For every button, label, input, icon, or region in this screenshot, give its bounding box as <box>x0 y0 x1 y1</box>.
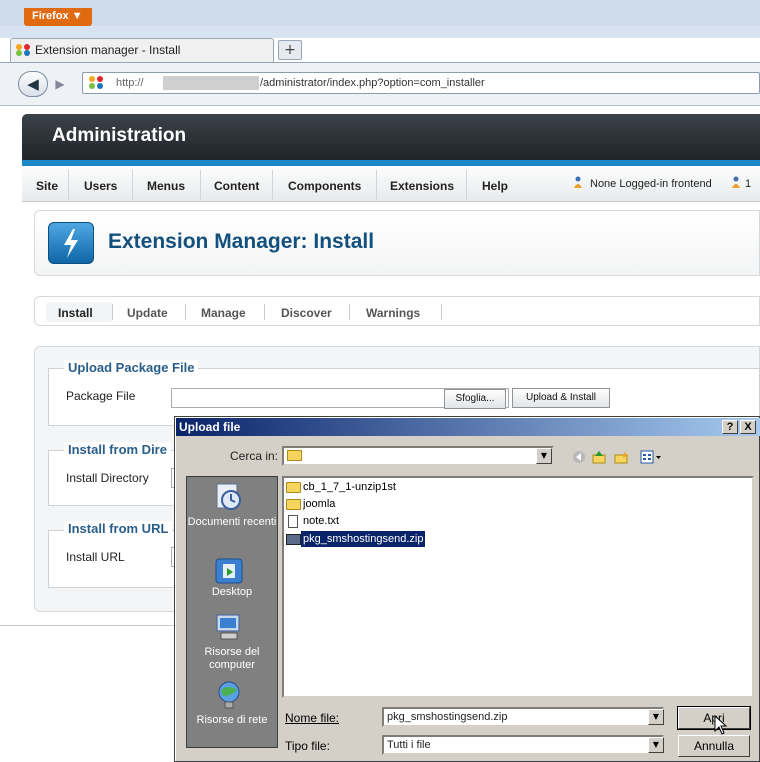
folder-icon <box>286 482 301 493</box>
browse-button[interactable]: Sfoglia... <box>444 389 506 409</box>
up-folder-icon[interactable] <box>592 450 606 464</box>
view-menu-icon[interactable] <box>640 450 662 464</box>
lookin-label: Cerca in: <box>230 449 279 463</box>
menu-components[interactable]: Components <box>288 179 361 193</box>
page-title: Extension Manager: Install <box>108 230 375 253</box>
upload-package-legend: Upload Package File <box>64 360 199 375</box>
desktop-icon[interactable] <box>213 556 245 586</box>
admin-title: Administration <box>52 125 187 146</box>
tab-install[interactable]: Install <box>58 306 93 320</box>
firefox-menu-button[interactable]: Firefox ▼ <box>24 8 92 26</box>
menu-users[interactable]: Users <box>84 179 117 193</box>
tab-discover[interactable]: Discover <box>281 306 332 320</box>
lookin-combo[interactable]: ▼ <box>282 446 554 466</box>
cancel-button[interactable]: Annulla <box>678 735 750 757</box>
users-icon <box>574 176 582 188</box>
users-icon <box>732 176 740 188</box>
install-url-legend: Install from URL <box>64 521 173 536</box>
filetype-dropdown-arrow[interactable]: ▼ <box>648 737 664 753</box>
menu-separator <box>200 170 201 200</box>
new-folder-icon[interactable] <box>614 450 628 464</box>
install-url-label: Install URL <box>66 550 125 564</box>
menu-separator <box>68 170 69 200</box>
file-list[interactable] <box>282 476 754 698</box>
place-network[interactable]: Risorse di rete <box>186 714 278 727</box>
tab-manage[interactable]: Manage <box>201 306 246 320</box>
menu-site[interactable]: Site <box>36 179 58 193</box>
tab-separator <box>185 304 186 320</box>
zip-file-icon <box>286 534 301 545</box>
list-item-selected[interactable]: pkg_smshostingsend.zip <box>301 531 426 547</box>
new-tab-button[interactable]: + <box>278 40 302 60</box>
text-file-icon <box>288 515 298 528</box>
menu-separator <box>132 170 133 200</box>
dialog-help-button[interactable]: ? <box>722 420 738 434</box>
my-computer-icon[interactable] <box>213 612 245 642</box>
recent-documents-icon[interactable] <box>213 482 245 512</box>
list-item[interactable]: note.txt <box>303 513 339 529</box>
place-recent-documents[interactable]: Documenti recenti <box>186 516 278 529</box>
forward-button[interactable]: ▶ <box>50 75 70 93</box>
menu-separator <box>466 170 467 200</box>
filename-label: Nome file: <box>285 711 340 725</box>
menu-extensions[interactable]: Extensions <box>390 179 454 193</box>
filetype-select[interactable]: Tutti i file <box>382 735 664 755</box>
mouse-cursor-icon <box>714 715 728 735</box>
install-directory-legend: Install from Dire <box>64 442 171 457</box>
url-path: /administrator/index.php?option=com_inst… <box>260 77 485 89</box>
list-item[interactable]: joomla <box>303 496 335 512</box>
extension-manager-icon <box>48 222 94 264</box>
package-file-label: Package File <box>66 389 136 403</box>
dialog-titlebar <box>176 418 760 436</box>
tab-separator <box>441 304 442 320</box>
place-my-computer[interactable]: Risorse del computer <box>186 646 278 672</box>
menu-help[interactable]: Help <box>482 179 508 193</box>
list-item[interactable]: cb_1_7_1-unzip1st <box>303 479 396 495</box>
tab-separator <box>264 304 265 320</box>
status-logged-in: None Logged-in frontend <box>590 178 712 190</box>
menu-separator <box>376 170 377 200</box>
place-desktop[interactable]: Desktop <box>186 586 278 599</box>
url-scheme: http:// <box>116 77 144 89</box>
lookin-dropdown-arrow[interactable]: ▼ <box>536 448 552 464</box>
menu-content[interactable]: Content <box>214 179 259 193</box>
back-button[interactable]: ◀ <box>18 71 48 97</box>
menu-separator <box>272 170 273 200</box>
joomla-favicon-icon <box>16 44 30 56</box>
folder-icon <box>286 499 301 510</box>
dialog-close-button[interactable]: X <box>740 420 756 434</box>
tab-update[interactable]: Update <box>127 306 168 320</box>
upload-install-button[interactable]: Upload & Install <box>512 388 610 408</box>
url-redacted-host <box>163 76 259 90</box>
dialog-title: Upload file <box>179 420 241 434</box>
filetype-label: Tipo file: <box>285 739 330 753</box>
tab-separator <box>112 304 113 320</box>
network-places-icon[interactable] <box>213 680 245 710</box>
filename-dropdown-arrow[interactable]: ▼ <box>648 709 664 725</box>
status-count: 1 <box>745 178 752 190</box>
tab-strip <box>0 26 760 38</box>
site-identity-icon[interactable] <box>88 75 104 90</box>
tab-extension-manager[interactable]: Extension manager - Install <box>10 38 274 62</box>
tab-separator <box>349 304 350 320</box>
folder-icon <box>287 450 302 461</box>
menu-menus[interactable]: Menus <box>147 179 185 193</box>
back-folder-icon[interactable] <box>572 450 586 464</box>
install-directory-label: Install Directory <box>66 471 149 485</box>
filename-input[interactable]: pkg_smshostingsend.zip <box>382 707 664 727</box>
tab-warnings[interactable]: Warnings <box>366 306 420 320</box>
browser-titlebar <box>0 0 760 26</box>
